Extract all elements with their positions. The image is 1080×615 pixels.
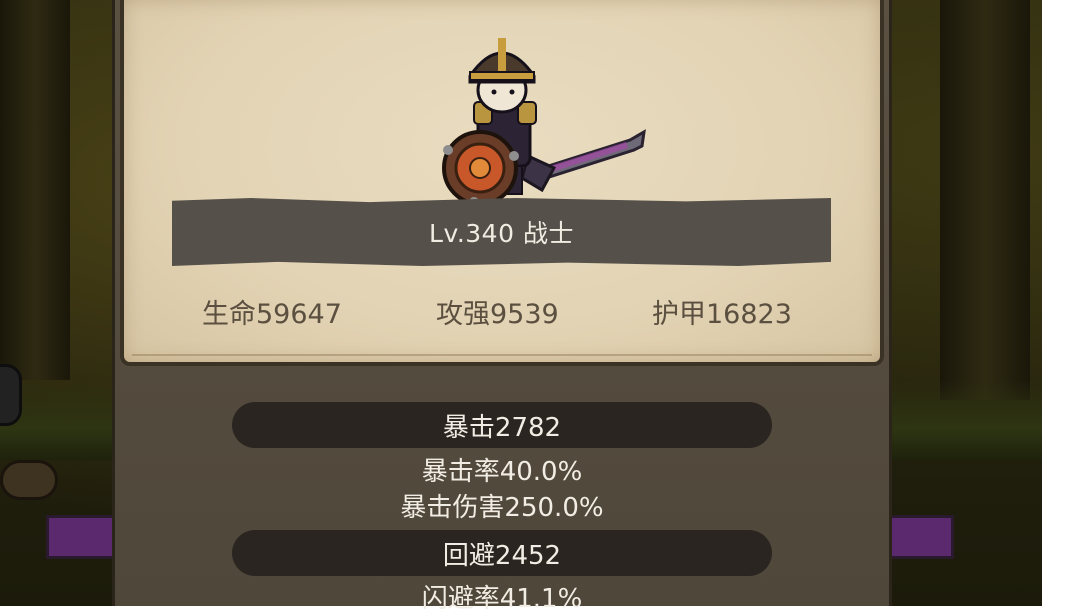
dodge-header-pill: 回避2452 xyxy=(232,530,772,576)
pedestal-icon xyxy=(0,460,58,500)
crit-header-pill: 暴击2782 xyxy=(232,402,772,448)
card-border-line xyxy=(132,352,872,356)
base-stats-row: 生命59647 攻强9539 护甲16823 xyxy=(172,292,831,332)
shield-icon xyxy=(442,130,519,207)
crit-damage: 暴击伤害250.0% xyxy=(400,493,604,523)
crit-header: 暴击2782 xyxy=(442,412,562,443)
stat-attack: 攻强9539 xyxy=(436,299,559,330)
dodge-header: 回避2452 xyxy=(442,540,562,571)
warrior-sprite xyxy=(442,38,646,207)
dodge-rate: 闪避率41.1% xyxy=(421,584,583,614)
crit-rate: 暴击率40.0% xyxy=(421,457,583,487)
tree-trunk-left xyxy=(0,0,70,380)
energy-bar-left xyxy=(46,515,116,559)
stat-hp: 生命59647 xyxy=(202,299,342,330)
hero-level-label: Lv.340 战士 xyxy=(429,219,574,248)
sword-icon xyxy=(520,129,646,193)
side-device-icon xyxy=(0,364,22,426)
tree-trunk-right xyxy=(940,0,1030,400)
hero-level-banner: Lv.340 战士 xyxy=(172,198,831,266)
energy-bar-right xyxy=(884,515,954,559)
stat-armor: 护甲16823 xyxy=(652,299,792,330)
